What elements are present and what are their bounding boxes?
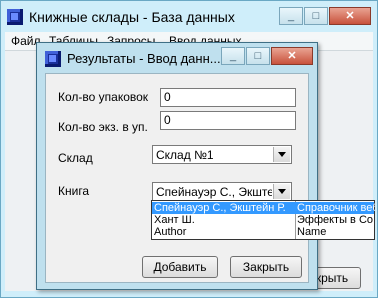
dialog-title: Результаты - Ввод данн... <box>67 51 221 66</box>
warehouse-label: Склад <box>58 151 93 165</box>
main-titlebar[interactable]: Книжные склады - База данных _ □ ✕ <box>1 1 377 31</box>
book-select[interactable]: Спейнауэр С., Экштейн Р. <box>152 182 292 201</box>
book-option-title: Справочник веб <box>297 202 375 214</box>
warehouse-select[interactable]: Склад №1 <box>152 145 292 164</box>
book-option-title: Name <box>297 226 327 238</box>
book-option[interactable]: Author Name <box>152 226 374 238</box>
book-option-title: Эффекты в Co <box>297 214 374 226</box>
book-option[interactable]: Хант Ш. Эффекты в Co <box>152 214 374 226</box>
book-value: Спейнауэр С., Экштейн Р. <box>156 185 272 199</box>
dialog-close-icon[interactable]: ✕ <box>271 47 313 65</box>
chevron-down-icon[interactable] <box>273 184 290 199</box>
minimize-icon[interactable]: _ <box>279 7 303 25</box>
book-option-author: Спейнауэр С., Экштейн Р. <box>154 202 286 214</box>
book-option-author: Хант Ш. <box>154 214 195 226</box>
dialog-titlebar[interactable]: Результаты - Ввод данн... _ □ ✕ <box>37 43 317 73</box>
maximize-icon[interactable]: □ <box>304 7 328 25</box>
book-label: Книга <box>58 184 90 198</box>
results-dialog: Результаты - Ввод данн... _ □ ✕ Кол-во у… <box>36 42 318 290</box>
book-option-author: Author <box>154 226 187 238</box>
copies-label: Кол-во экз. в уп. <box>58 120 148 134</box>
dialog-client-area: Кол-во упаковок 0 Кол-во экз. в уп. 0 Ск… <box>45 73 309 283</box>
close-icon[interactable]: ✕ <box>329 7 371 25</box>
dialog-app-icon <box>45 51 61 67</box>
packages-input[interactable]: 0 <box>160 88 296 107</box>
dialog-maximize-icon[interactable]: □ <box>246 47 270 65</box>
chevron-down-icon[interactable] <box>273 147 290 162</box>
copies-input[interactable]: 0 <box>160 111 296 130</box>
app-icon <box>7 9 23 25</box>
close-button[interactable]: Закрыть <box>230 256 302 278</box>
book-option[interactable]: Спейнауэр С., Экштейн Р. Справочник веб <box>152 202 375 214</box>
add-button[interactable]: Добавить <box>142 256 218 278</box>
book-dropdown-list: Спейнауэр С., Экштейн Р. Справочник веб … <box>151 200 375 240</box>
main-window-title: Книжные склады - База данных <box>29 9 235 25</box>
packages-label: Кол-во упаковок <box>58 90 149 104</box>
dialog-minimize-icon[interactable]: _ <box>221 47 245 65</box>
warehouse-value: Склад №1 <box>156 148 214 162</box>
